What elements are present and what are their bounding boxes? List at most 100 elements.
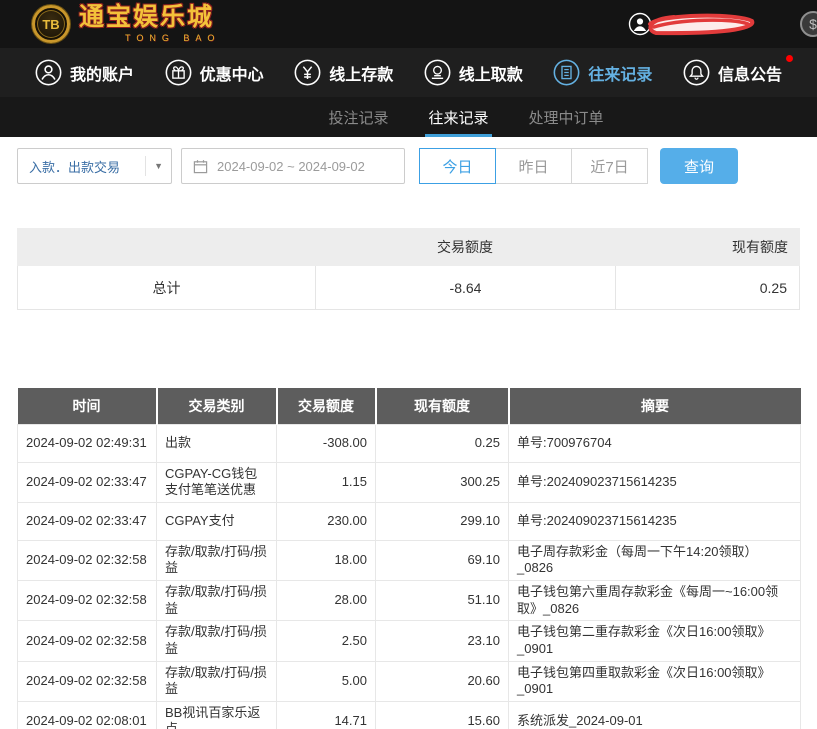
top-bar: TB 通宝娱乐城 TONG BAO $: [0, 0, 817, 48]
cell-type: 存款/取款/打码/损益: [157, 540, 277, 580]
gift-icon: [165, 59, 192, 86]
nav-label: 我的账户: [70, 61, 134, 85]
calendar-icon: [193, 159, 208, 174]
transactions-table: 时间 交易类别 交易额度 现有额度 摘要 2024-09-02 02:49:31…: [17, 388, 801, 729]
cell-balance: 69.10: [376, 540, 509, 580]
table-row: 2024-09-02 02:32:58 存款/取款/打码/损益 5.00 20.…: [18, 661, 801, 701]
summary-total-amount: -8.64: [316, 266, 616, 309]
cell-time: 2024-09-02 02:32:58: [18, 661, 157, 701]
bell-icon: [683, 59, 710, 86]
nav-my-account[interactable]: 我的账户: [35, 59, 134, 86]
cell-time: 2024-09-02 02:32:58: [18, 540, 157, 580]
cell-summary: 单号:202409023715614235: [509, 462, 801, 502]
table-row: 2024-09-02 02:08:01 BB视讯百家乐返点 14.71 15.6…: [18, 701, 801, 729]
cell-time: 2024-09-02 02:32:58: [18, 581, 157, 621]
currency-icon[interactable]: $: [800, 11, 817, 37]
cell-summary: 单号:202409023715614235: [509, 502, 801, 540]
transactions-tbody: 2024-09-02 02:49:31 出款 -308.00 0.25 单号:7…: [18, 424, 801, 729]
cell-time: 2024-09-02 02:08:01: [18, 701, 157, 729]
summary-total-balance: 0.25: [616, 266, 799, 309]
cell-summary: 系统派发_2024-09-01: [509, 701, 801, 729]
cell-type: 存款/取款/打码/损益: [157, 621, 277, 661]
cell-balance: 23.10: [376, 621, 509, 661]
col-header-balance: 现有额度: [376, 388, 509, 424]
summary-col-amount: 交易额度: [315, 237, 615, 257]
cell-type: CGPAY支付: [157, 502, 277, 540]
records-icon: [553, 59, 580, 86]
nav-deposit[interactable]: 线上存款: [294, 59, 393, 86]
nav-label: 信息公告: [718, 61, 782, 85]
cell-type: BB视讯百家乐返点: [157, 701, 277, 729]
transactions-table-header: 时间 交易类别 交易额度 现有额度 摘要: [18, 388, 801, 424]
nav-label: 线上取款: [459, 61, 523, 85]
tab-betting-records[interactable]: 投注记录: [325, 97, 391, 137]
col-header-amount: 交易额度: [277, 388, 376, 424]
table-row: 2024-09-02 02:33:47 CGPAY支付 230.00 299.1…: [18, 502, 801, 540]
table-row: 2024-09-02 02:32:58 存款/取款/打码/损益 18.00 69…: [18, 540, 801, 580]
nav-promotions[interactable]: 优惠中心: [165, 59, 264, 86]
site-logo[interactable]: TB 通宝娱乐城 TONG BAO: [32, 5, 220, 43]
nav-label: 优惠中心: [200, 61, 264, 85]
cell-summary: 电子钱包第二重存款彩金《次日16:00领取》_0901: [509, 621, 801, 661]
date-range-value: 2024-09-02 ~ 2024-09-02: [217, 159, 365, 174]
col-header-type: 交易类别: [157, 388, 277, 424]
nav-label: 线上存款: [329, 61, 393, 85]
cell-type: CGPAY-CG钱包支付笔笔送优惠: [157, 462, 277, 502]
logo-text: 通宝娱乐城 TONG BAO: [79, 5, 220, 43]
table-row: 2024-09-02 02:49:31 出款 -308.00 0.25 单号:7…: [18, 424, 801, 462]
logo-coin-icon: TB: [32, 5, 70, 43]
nav-withdraw[interactable]: 线上取款: [424, 59, 523, 86]
cell-amount: 2.50: [277, 621, 376, 661]
cell-amount: -308.00: [277, 424, 376, 462]
cell-amount: 14.71: [277, 701, 376, 729]
cell-type: 存款/取款/打码/损益: [157, 661, 277, 701]
cell-balance: 299.10: [376, 502, 509, 540]
date-quick-buttons: 今日 昨日 近7日: [420, 148, 648, 184]
transaction-type-select[interactable]: 入款．出款交易 ▼: [17, 148, 172, 184]
nav-announcements[interactable]: 信息公告: [683, 59, 782, 86]
summary-table: 交易额度 现有额度 总计 -8.64 0.25: [17, 228, 800, 310]
cell-summary: 电子周存款彩金（每周一下午14:20领取）_0826: [509, 540, 801, 580]
date-range-input[interactable]: 2024-09-02 ~ 2024-09-02: [181, 148, 405, 184]
yesterday-button[interactable]: 昨日: [495, 148, 572, 184]
table-row: 2024-09-02 02:33:47 CGPAY-CG钱包支付笔笔送优惠 1.…: [18, 462, 801, 502]
cell-time: 2024-09-02 02:33:47: [18, 502, 157, 540]
cell-type: 出款: [157, 424, 277, 462]
chevron-down-icon: ▼: [145, 156, 163, 176]
search-button[interactable]: 查询: [660, 148, 738, 184]
cell-time: 2024-09-02 02:32:58: [18, 621, 157, 661]
cell-summary: 单号:700976704: [509, 424, 801, 462]
cell-summary: 电子钱包第六重周存款彩金《每周一~16:00领取》_0826: [509, 581, 801, 621]
cell-amount: 28.00: [277, 581, 376, 621]
today-button[interactable]: 今日: [419, 148, 496, 184]
filter-bar: 入款．出款交易 ▼ 2024-09-02 ~ 2024-09-02 今日 昨日 …: [0, 137, 817, 184]
cell-amount: 5.00: [277, 661, 376, 701]
cell-type: 存款/取款/打码/损益: [157, 581, 277, 621]
logo-subtitle: TONG BAO: [79, 33, 220, 43]
cell-time: 2024-09-02 02:33:47: [18, 462, 157, 502]
summary-col-balance: 现有额度: [615, 237, 800, 257]
tab-processing-orders[interactable]: 处理中订单: [526, 97, 607, 137]
cell-time: 2024-09-02 02:49:31: [18, 424, 157, 462]
col-header-time: 时间: [18, 388, 157, 424]
table-row: 2024-09-02 02:32:58 存款/取款/打码/损益 2.50 23.…: [18, 621, 801, 661]
cell-balance: 20.60: [376, 661, 509, 701]
tab-transaction-records[interactable]: 往来记录: [425, 97, 491, 137]
cell-balance: 15.60: [376, 701, 509, 729]
cell-balance: 51.10: [376, 581, 509, 621]
table-row: 2024-09-02 02:32:58 存款/取款/打码/损益 28.00 51…: [18, 581, 801, 621]
nav-transaction-records[interactable]: 往来记录: [553, 59, 652, 86]
col-header-summary: 摘要: [509, 388, 801, 424]
withdraw-icon: [424, 59, 451, 86]
cell-balance: 300.25: [376, 462, 509, 502]
selected-transaction-type: 入款．出款交易: [29, 157, 120, 176]
cell-amount: 230.00: [277, 502, 376, 540]
nav-label: 往来记录: [588, 61, 652, 85]
logo-title: 通宝娱乐城: [79, 5, 220, 30]
notification-dot: [786, 55, 793, 62]
cell-balance: 0.25: [376, 424, 509, 462]
cell-amount: 1.15: [277, 462, 376, 502]
last7days-button[interactable]: 近7日: [571, 148, 648, 184]
top-bar-right: $: [628, 0, 817, 48]
summary-header-row: 交易额度 现有额度: [17, 228, 800, 266]
